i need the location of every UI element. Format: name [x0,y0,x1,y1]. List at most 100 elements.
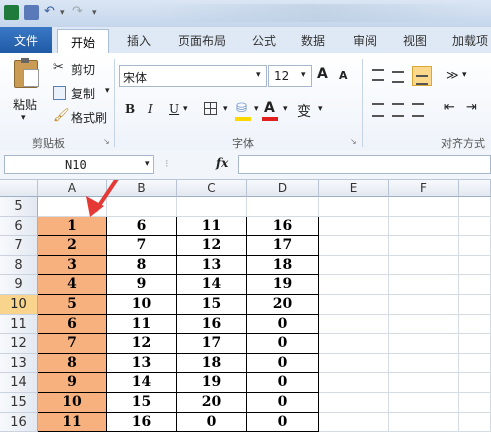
table-cell[interactable] [319,353,389,374]
table-cell[interactable]: 11 [177,216,247,237]
table-cell[interactable] [38,197,107,217]
name-box[interactable]: N10 ▾ [4,155,154,174]
row-header[interactable]: 8 [0,255,38,276]
table-cell[interactable]: 12 [107,334,177,354]
table-cell[interactable]: 10 [107,295,177,315]
row-header[interactable]: 10 [0,295,38,315]
clipboard-launcher-icon[interactable]: ↘ [103,137,110,146]
tab-page-layout[interactable]: 页面布局 [178,32,226,49]
formula-bar-handle-icon[interactable]: ⁝ [165,157,169,170]
grow-font-button[interactable]: A [317,66,328,82]
table-cell[interactable]: 17 [177,334,247,354]
increase-indent-icon[interactable]: ⇥ [466,100,477,115]
table-cell[interactable] [107,197,177,217]
table-cell[interactable] [319,314,389,335]
table-cell[interactable]: 10 [38,393,107,413]
table-cell[interactable] [319,393,389,413]
column-header-f[interactable]: F [389,180,459,197]
table-cell[interactable]: 0 [247,373,319,393]
table-cell[interactable]: 0 [247,353,319,374]
chevron-down-icon[interactable]: ▾ [318,104,323,114]
redo-icon[interactable]: ↷ [72,4,87,19]
table-cell[interactable]: 6 [38,314,107,335]
column-header-g[interactable] [459,180,491,197]
table-cell[interactable] [459,255,491,276]
font-color-button[interactable]: A [264,100,275,116]
table-cell[interactable] [177,197,247,217]
table-cell[interactable] [319,197,389,217]
border-icon[interactable] [204,102,217,115]
row-header[interactable]: 5 [0,197,38,217]
bold-button[interactable]: B [125,102,135,116]
table-cell[interactable]: 16 [107,412,177,433]
table-cell[interactable] [389,314,459,335]
row-header[interactable]: 9 [0,275,38,295]
tab-formulas[interactable]: 公式 [252,32,276,49]
table-cell[interactable]: 7 [107,236,177,256]
table-cell[interactable] [459,412,491,433]
table-cell[interactable] [459,393,491,413]
table-cell[interactable] [319,216,389,237]
chevron-down-icon[interactable]: ▾ [254,104,259,114]
table-cell[interactable]: 0 [177,412,247,433]
table-cell[interactable] [459,236,491,256]
table-cell[interactable] [389,412,459,433]
table-cell[interactable] [389,275,459,295]
table-cell[interactable]: 1 [38,216,107,237]
table-cell[interactable]: 20 [247,295,319,315]
table-cell[interactable] [389,373,459,393]
row-header[interactable]: 16 [0,412,38,433]
font-size-select[interactable]: 12 ▾ [268,65,312,87]
underline-button[interactable]: U [169,102,179,116]
align-left-icon[interactable] [372,103,384,117]
table-cell[interactable] [459,314,491,335]
table-cell[interactable] [389,393,459,413]
tab-review[interactable]: 审阅 [353,32,377,49]
table-cell[interactable]: 8 [38,353,107,374]
table-cell[interactable] [389,353,459,374]
table-cell[interactable]: 15 [107,393,177,413]
tab-home[interactable]: 开始 [57,29,109,54]
table-cell[interactable] [459,295,491,315]
table-cell[interactable] [389,236,459,256]
paste-button[interactable]: 粘贴 ▾ [6,57,44,129]
table-cell[interactable] [459,275,491,295]
align-top-icon[interactable] [372,69,384,81]
table-cell[interactable] [389,255,459,276]
table-cell[interactable] [459,216,491,237]
table-cell[interactable] [319,275,389,295]
column-header-e[interactable]: E [319,180,389,197]
table-cell[interactable] [319,373,389,393]
copy-button[interactable]: 复制 ▾ [52,83,114,101]
table-cell[interactable]: 19 [247,275,319,295]
table-cell[interactable] [389,334,459,354]
table-cell[interactable] [319,236,389,256]
select-all-corner[interactable] [0,180,38,197]
italic-button[interactable]: I [148,102,153,116]
align-middle-icon[interactable] [392,71,404,83]
table-cell[interactable] [247,197,319,217]
save-icon[interactable] [24,5,39,20]
table-cell[interactable] [389,197,459,217]
align-bottom-button[interactable] [412,66,432,86]
table-cell[interactable]: 0 [247,412,319,433]
table-cell[interactable]: 2 [38,236,107,256]
table-cell[interactable] [319,295,389,315]
tab-insert[interactable]: 插入 [127,32,151,49]
row-header[interactable]: 13 [0,353,38,374]
font-name-select[interactable]: 宋体 ▾ [119,65,267,87]
orientation-icon[interactable]: ≫ [446,68,459,82]
table-cell[interactable]: 13 [177,255,247,276]
chevron-down-icon[interactable]: ▾ [462,70,467,80]
table-cell[interactable]: 9 [107,275,177,295]
row-header[interactable]: 15 [0,393,38,413]
column-header-d[interactable]: D [247,180,319,197]
table-cell[interactable] [459,373,491,393]
table-cell[interactable]: 9 [38,373,107,393]
table-cell[interactable]: 20 [177,393,247,413]
table-cell[interactable]: 3 [38,255,107,276]
table-cell[interactable]: 15 [177,295,247,315]
table-cell[interactable]: 0 [247,334,319,354]
table-cell[interactable]: 11 [107,314,177,335]
table-cell[interactable]: 8 [107,255,177,276]
